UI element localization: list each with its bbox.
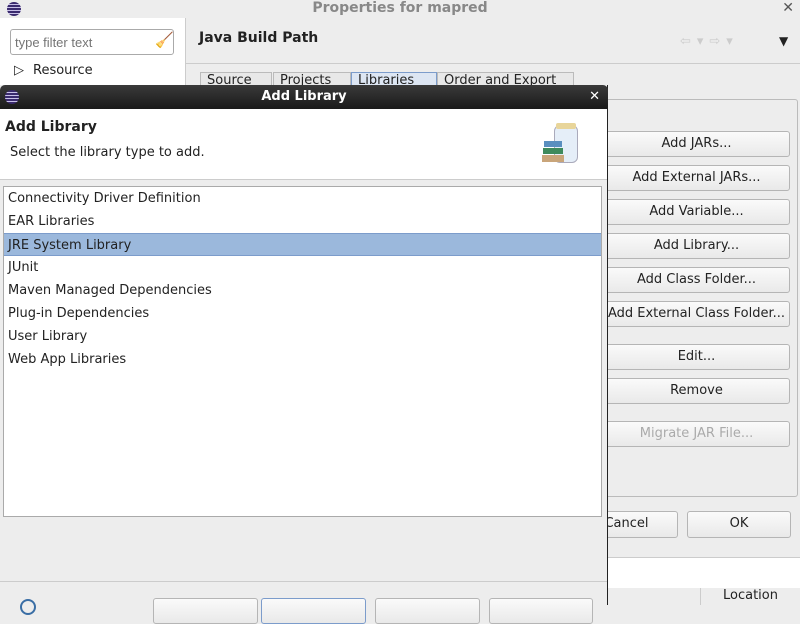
eclipse-icon xyxy=(5,90,19,104)
table-area xyxy=(600,557,800,588)
page-title: Java Build Path xyxy=(199,30,319,46)
column-header-location[interactable]: Location xyxy=(700,588,800,605)
finish-button[interactable] xyxy=(489,598,593,624)
divider xyxy=(186,63,800,64)
add-library-dialog: Add Library ✕ Add Library Select the lib… xyxy=(0,85,608,624)
migrate-jar-button: Migrate JAR File... xyxy=(603,421,790,447)
add-external-class-folder-button[interactable]: Add External Class Folder... xyxy=(603,301,790,327)
back-button[interactable] xyxy=(153,598,258,624)
list-item[interactable]: Maven Managed Dependencies xyxy=(4,279,601,302)
add-external-jars-button[interactable]: Add External JARs... xyxy=(603,165,790,191)
remove-button[interactable]: Remove xyxy=(603,378,790,404)
dialog-titlebar: Add Library ✕ xyxy=(0,85,608,109)
list-item-selected[interactable]: JRE System Library xyxy=(4,233,601,256)
list-item[interactable]: User Library xyxy=(4,325,601,348)
list-item[interactable]: JUnit xyxy=(4,256,601,279)
expand-icon[interactable]: ▷ xyxy=(14,63,24,78)
add-class-folder-button[interactable]: Add Class Folder... xyxy=(603,267,790,293)
add-variable-button[interactable]: Add Variable... xyxy=(603,199,790,225)
dialog-header: Add Library Select the library type to a… xyxy=(0,109,607,180)
dialog-description: Select the library type to add. xyxy=(10,145,205,160)
window-title: Properties for mapred xyxy=(312,0,488,16)
cancel-dialog-button[interactable] xyxy=(375,598,480,624)
list-item[interactable]: Plug-in Dependencies xyxy=(4,302,601,325)
eclipse-icon xyxy=(7,2,21,16)
library-jar-icon xyxy=(540,123,584,167)
view-menu-icon[interactable]: ▼ xyxy=(779,34,788,48)
close-icon[interactable]: ✕ xyxy=(589,85,600,108)
filter-input[interactable] xyxy=(10,29,174,55)
divider xyxy=(0,581,607,582)
list-item[interactable]: Connectivity Driver Definition xyxy=(4,187,601,210)
dialog-heading: Add Library xyxy=(5,119,97,135)
ok-button[interactable]: OK xyxy=(687,511,791,538)
help-icon[interactable] xyxy=(20,599,36,615)
dialog-title: Add Library xyxy=(261,89,347,104)
close-icon[interactable]: ✕ xyxy=(782,0,794,17)
next-button[interactable] xyxy=(261,598,366,624)
edit-button[interactable]: Edit... xyxy=(603,344,790,370)
nav-back-forward-icon[interactable]: ⇦▾⇨▾ xyxy=(680,34,739,49)
window-titlebar: Properties for mapred ✕ xyxy=(0,0,800,18)
add-jars-button[interactable]: Add JARs... xyxy=(603,131,790,157)
add-library-button[interactable]: Add Library... xyxy=(603,233,790,259)
clear-broom-icon[interactable]: 🧹 xyxy=(155,31,174,49)
library-type-list[interactable]: Connectivity Driver Definition EAR Libra… xyxy=(3,186,602,517)
list-item[interactable]: EAR Libraries xyxy=(4,210,601,233)
sidebar-item-resource[interactable]: Resource xyxy=(33,63,93,78)
list-item[interactable]: Web App Libraries xyxy=(4,348,601,371)
